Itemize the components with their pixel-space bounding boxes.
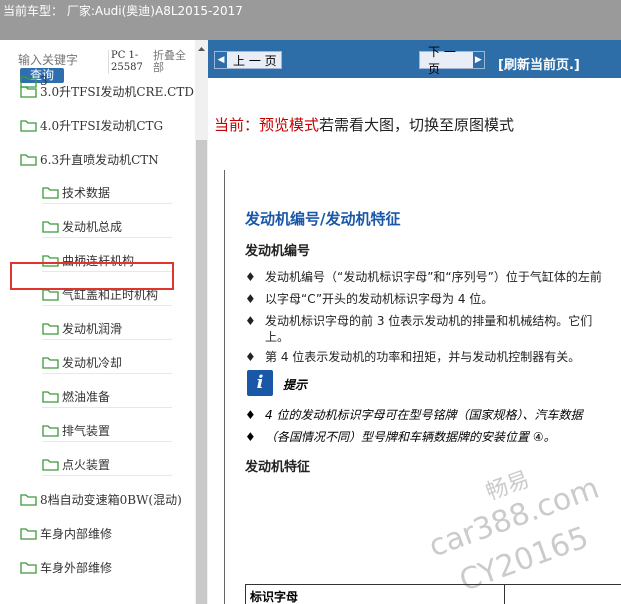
left-panel: 查询 PC 1-25587 折叠全部 3 3.0升TFSI发动机CRE.CTD4… xyxy=(0,40,195,604)
doc-section-engine-features: 发动机特征 xyxy=(245,460,311,475)
tree-item-label: 3.0升TFSI发动机CRE.CTD xyxy=(40,84,194,99)
tree-item-label: 点火装置 xyxy=(62,458,111,472)
tree-item-label: 8档自动变速箱0BW(混动) xyxy=(40,492,182,507)
tree-item[interactable]: 3.0升TFSI发动机CRE.CTD xyxy=(20,80,194,102)
scroll-thumb[interactable] xyxy=(196,140,207,604)
doc-note-line: ♦ （各国情况不同）型号牌和车辆数据牌的安装位置 ④。 xyxy=(245,430,556,444)
scroll-up-icon[interactable] xyxy=(195,42,208,56)
mode-line: 当前：预览模式若需看大图，切换至原图模式 xyxy=(214,114,514,135)
tree-item-label: 6.3升直喷发动机CTN xyxy=(40,152,159,167)
tree-item-label: 车身外部维修 xyxy=(40,560,113,575)
folder-icon xyxy=(20,153,37,166)
tree-item[interactable]: 发动机润滑 xyxy=(42,318,172,340)
folder-icon xyxy=(42,459,59,471)
tree-item[interactable]: 车身外部维修 xyxy=(20,556,192,578)
tree-item[interactable]: 燃油准备 xyxy=(42,386,172,408)
doc-bullet: ♦ 以字母“C”开头的发动机标识字母为 4 位。 xyxy=(245,292,494,306)
collapse-all-link[interactable]: 折叠全部 xyxy=(153,50,195,74)
tree-item[interactable]: 点火装置 xyxy=(42,454,172,476)
tree-item-label: 4.0升TFSI发动机CTG xyxy=(40,118,164,133)
selected-highlight xyxy=(10,262,174,290)
doc-bullet: ♦ 第 4 位表示发动机的功率和扭矩，并与发动机控制器有关。 xyxy=(245,350,581,364)
tree-item-label: 技术数据 xyxy=(62,186,111,200)
mode-hint: 若需看大图，切换至原图模式 xyxy=(319,116,515,134)
doc-bullet: ♦ 发动机编号（“发动机标识字母”和“序列号”）位于气缸体的左前 xyxy=(245,270,602,284)
folder-icon xyxy=(20,561,37,574)
pc-info: PC 1-25587 xyxy=(108,50,146,74)
tree-item-label: 发动机润滑 xyxy=(62,322,123,336)
tree-item-label: 发动机总成 xyxy=(62,220,123,234)
arrow-right-icon: ▶ xyxy=(472,52,484,68)
tree-item[interactable]: 发动机冷却 xyxy=(42,352,172,374)
tree-item[interactable]: 排气装置 xyxy=(42,420,172,442)
preview-mode-link[interactable]: 预览模式 xyxy=(259,116,319,134)
folder-icon xyxy=(42,425,59,437)
left-scrollbar[interactable] xyxy=(195,40,208,604)
tree-item[interactable]: 发动机总成 xyxy=(42,216,172,238)
doc-note-title: 提示 xyxy=(283,378,308,392)
tree-item[interactable]: 车身内部维修 xyxy=(20,522,192,544)
folder-icon xyxy=(20,85,37,98)
doc-bullet-continuation: 上。 xyxy=(265,330,290,344)
folder-icon xyxy=(42,221,59,233)
document-preview: 发动机编号/发动机特征 发动机编号 ♦ 发动机编号（“发动机标识字母”和“序列号”… xyxy=(224,170,621,604)
right-panel: ◀ 上 一 页 下 一 页 ▶ [刷新当前页.] 当前：预览模式若需看大图，切换… xyxy=(208,40,621,604)
page-nav-bar: ◀ 上 一 页 下 一 页 ▶ [刷新当前页.] xyxy=(208,40,621,78)
folder-icon xyxy=(20,119,37,132)
tree-item-label: 燃油准备 xyxy=(62,390,111,404)
doc-section-engine-number: 发动机编号 xyxy=(245,244,311,259)
doc-note-line: ♦ 4 位的发动机标识字母可在型号铭牌（国家规格）、汽车数据 xyxy=(245,408,583,422)
search-input[interactable] xyxy=(18,52,104,68)
prev-page-button[interactable]: ◀ 上 一 页 xyxy=(214,51,282,69)
tree-item[interactable]: 技术数据 xyxy=(42,182,172,204)
tree-item[interactable]: 6.3升直喷发动机CTN xyxy=(20,148,192,170)
table-header-cell: 标识字母 xyxy=(250,590,299,604)
folder-icon xyxy=(20,527,37,540)
tree-item-label: 排气装置 xyxy=(62,424,111,438)
doc-bullet: ♦ 发动机标识字母的前 3 位表示发动机的排量和机械结构。它们 xyxy=(245,314,593,328)
mode-prefix: 当前： xyxy=(214,116,260,134)
tree-item-label: 车身内部维修 xyxy=(40,526,113,541)
tree-item[interactable]: 4.0升TFSI发动机CTG xyxy=(20,114,192,136)
folder-icon xyxy=(20,493,37,506)
arrow-left-icon: ◀ xyxy=(215,52,227,68)
info-icon: i xyxy=(247,370,273,396)
folder-icon xyxy=(42,323,59,335)
doc-title: 发动机编号/发动机特征 xyxy=(245,210,401,228)
header-bar: 当前车型： 厂家:Audi(奥迪)A8L2015-2017 xyxy=(0,0,621,40)
tree-item[interactable]: 8档自动变速箱0BW(混动) xyxy=(20,488,192,510)
tree-item-label: 发动机冷却 xyxy=(62,356,123,370)
folder-icon xyxy=(42,391,59,403)
doc-table: 标识字母 xyxy=(245,584,621,604)
next-page-button[interactable]: 下 一 页 ▶ xyxy=(419,45,485,76)
current-model-title: 当前车型： 厂家:Audi(奥迪)A8L2015-2017 xyxy=(3,4,243,18)
folder-icon xyxy=(42,187,59,199)
folder-icon xyxy=(42,357,59,369)
refresh-page-link[interactable]: [刷新当前页.] xyxy=(498,54,580,73)
